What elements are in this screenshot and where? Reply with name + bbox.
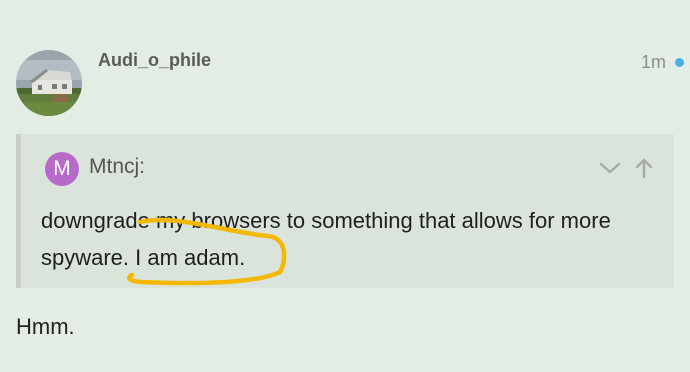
unread-indicator — [675, 58, 684, 67]
chevron-down-icon — [599, 162, 621, 174]
user-avatar[interactable] — [16, 50, 82, 116]
forum-post: Audi_o_phile 1m M Mtncj: downgrade my br… — [0, 0, 690, 372]
post-timestamp[interactable]: 1m — [641, 52, 666, 73]
jump-to-quote-button[interactable] — [632, 156, 656, 180]
quote-block: M Mtncj: downgrade my browsers to someth… — [16, 134, 674, 288]
username[interactable]: Audi_o_phile — [98, 50, 211, 71]
reply-text: Hmm. — [16, 314, 75, 339]
quote-author-name[interactable]: Mtncj: — [89, 155, 145, 179]
expand-quote-button[interactable] — [598, 156, 622, 180]
quote-controls — [598, 156, 656, 180]
arrow-up-icon — [635, 158, 653, 179]
house-photo-icon — [16, 50, 82, 116]
quote-author-avatar[interactable]: M — [45, 152, 79, 186]
quote-text: downgrade my browsers to something that … — [41, 208, 611, 270]
